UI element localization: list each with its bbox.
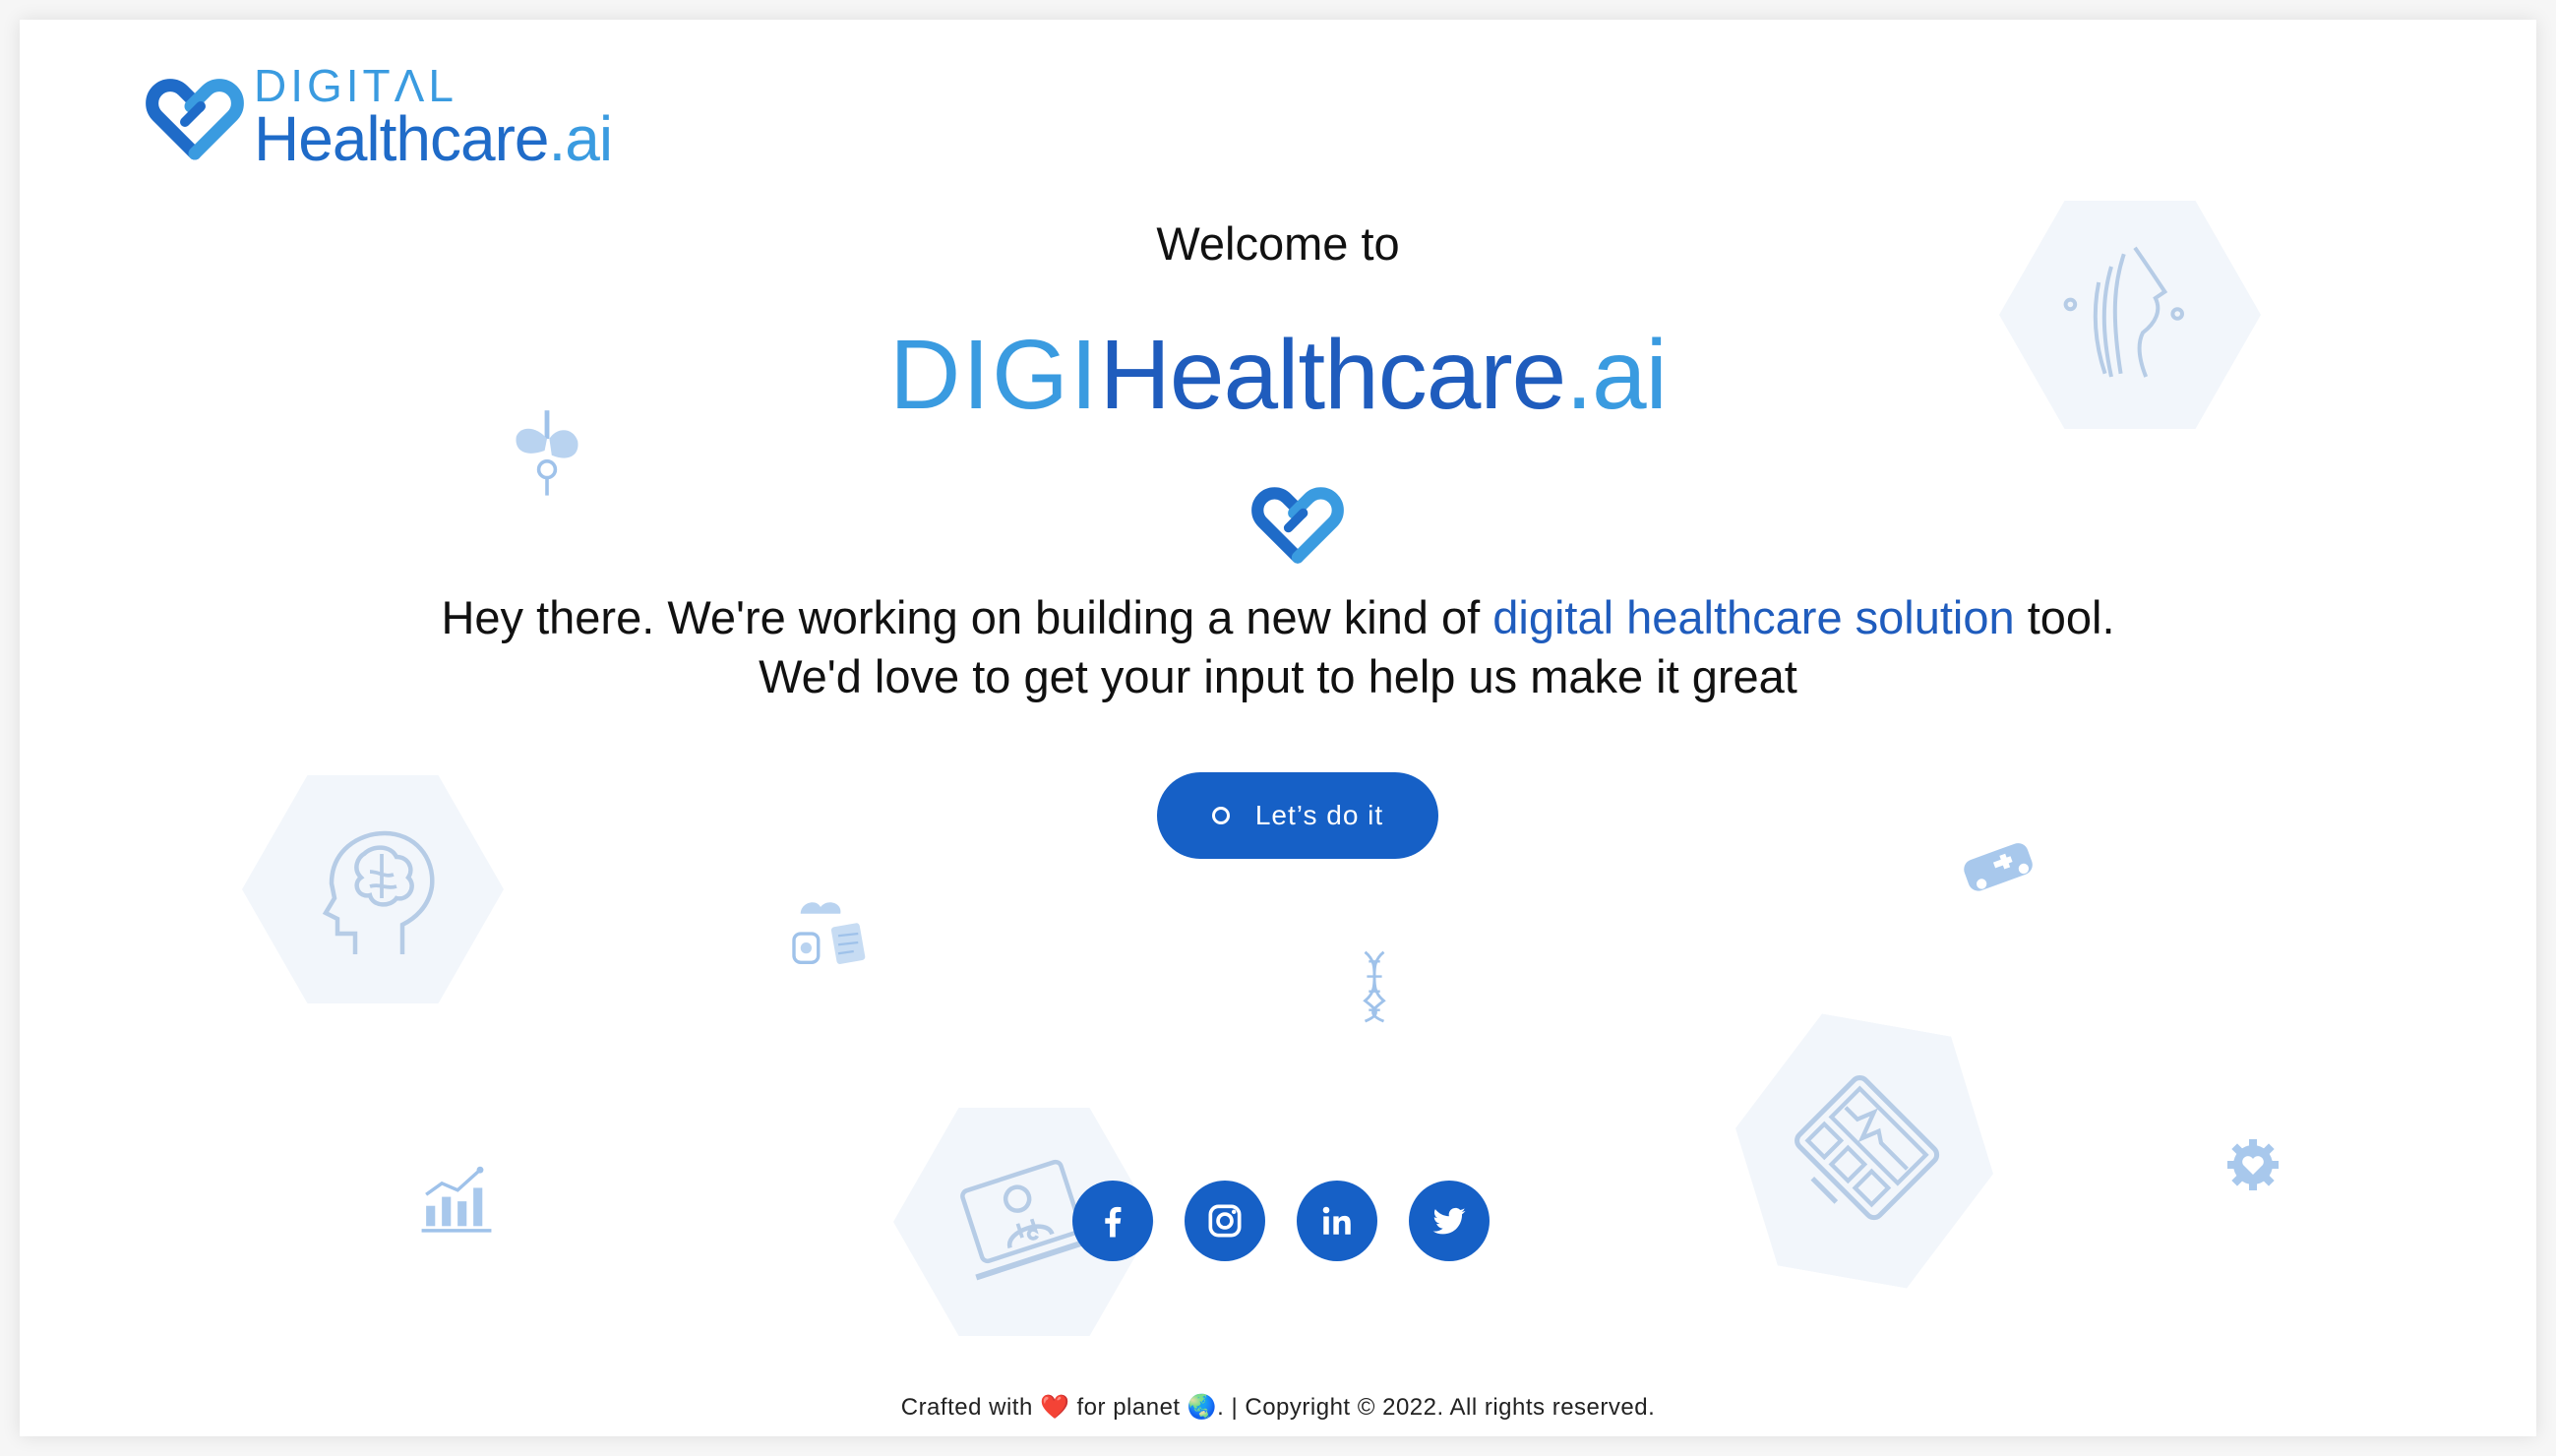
tagline-text-end: tool. [2014,591,2115,643]
facebook-button[interactable] [1072,1181,1153,1261]
footer-text: Crafted with ❤️ for planet 🌏. | Copyrigh… [20,1393,2536,1422]
facebook-icon [1105,1206,1122,1238]
brand-healthcare: Healthcare [1099,320,1567,430]
tagline-line-1: Hey there. We're working on building a n… [20,588,2536,647]
brand-title: DIGIHealthcare.ai [20,319,2536,432]
medical-pill-icon [1964,843,2033,891]
brain-hexagon-decoration [242,775,504,1003]
logo-text-healthcare: Healthcare.ai [254,102,614,175]
tagline-line-2: We'd love to get your input to help us m… [759,650,1797,702]
brand-ai: .ai [1565,320,1668,430]
welcome-heading: Welcome to [1156,217,1400,270]
logo-healthcare-word: Healthcare [254,103,549,174]
linkedin-icon [1322,1206,1351,1235]
tagline-text: Hey there. We're working on building a n… [441,591,1493,643]
circle-icon [1211,807,1230,824]
twitter-icon [1432,1207,1466,1235]
analytics-chart-icon [421,1166,492,1233]
footer-copyright: . | Copyright © 2022. All rights reserve… [1217,1394,1656,1421]
page-card: DIGITΛL Healthcare.ai Welcome to DIGIHea… [20,20,2536,1436]
dna-icon [1363,950,1386,1023]
header-logo[interactable]: DIGITΛL Healthcare.ai [146,45,657,175]
twitter-button[interactable] [1409,1181,1490,1261]
globe-emoji-icon: 🌏 [1187,1394,1218,1421]
tagline: Hey there. We're working on building a n… [20,588,2536,706]
monitor-hexagon-decoration [1713,1002,2015,1300]
tagline-highlight: digital healthcare solution [1492,591,2015,643]
heart-emoji-icon: ❤️ [1039,1394,1070,1421]
health-monitor-icon [1768,1054,1962,1247]
cta-label: Let’s do it [1254,800,1384,830]
heart-link-logo-icon [146,79,244,160]
heart-link-brand-icon [1251,487,1344,564]
heart-gear-icon [2227,1139,2279,1190]
instagram-icon [1208,1204,1242,1238]
instagram-button[interactable] [1185,1181,1265,1261]
logo-ai-suffix: .ai [548,103,614,174]
brain-head-icon [322,830,435,954]
lets-do-it-button[interactable]: Let’s do it [1157,772,1438,859]
brand-digi: DIGI [889,320,1100,430]
footer-for-planet: for planet [1069,1394,1187,1421]
linkedin-button[interactable] [1297,1181,1377,1261]
cloud-health-devices-icon [792,902,866,964]
footer-crafted: Crafted with [900,1394,1040,1421]
